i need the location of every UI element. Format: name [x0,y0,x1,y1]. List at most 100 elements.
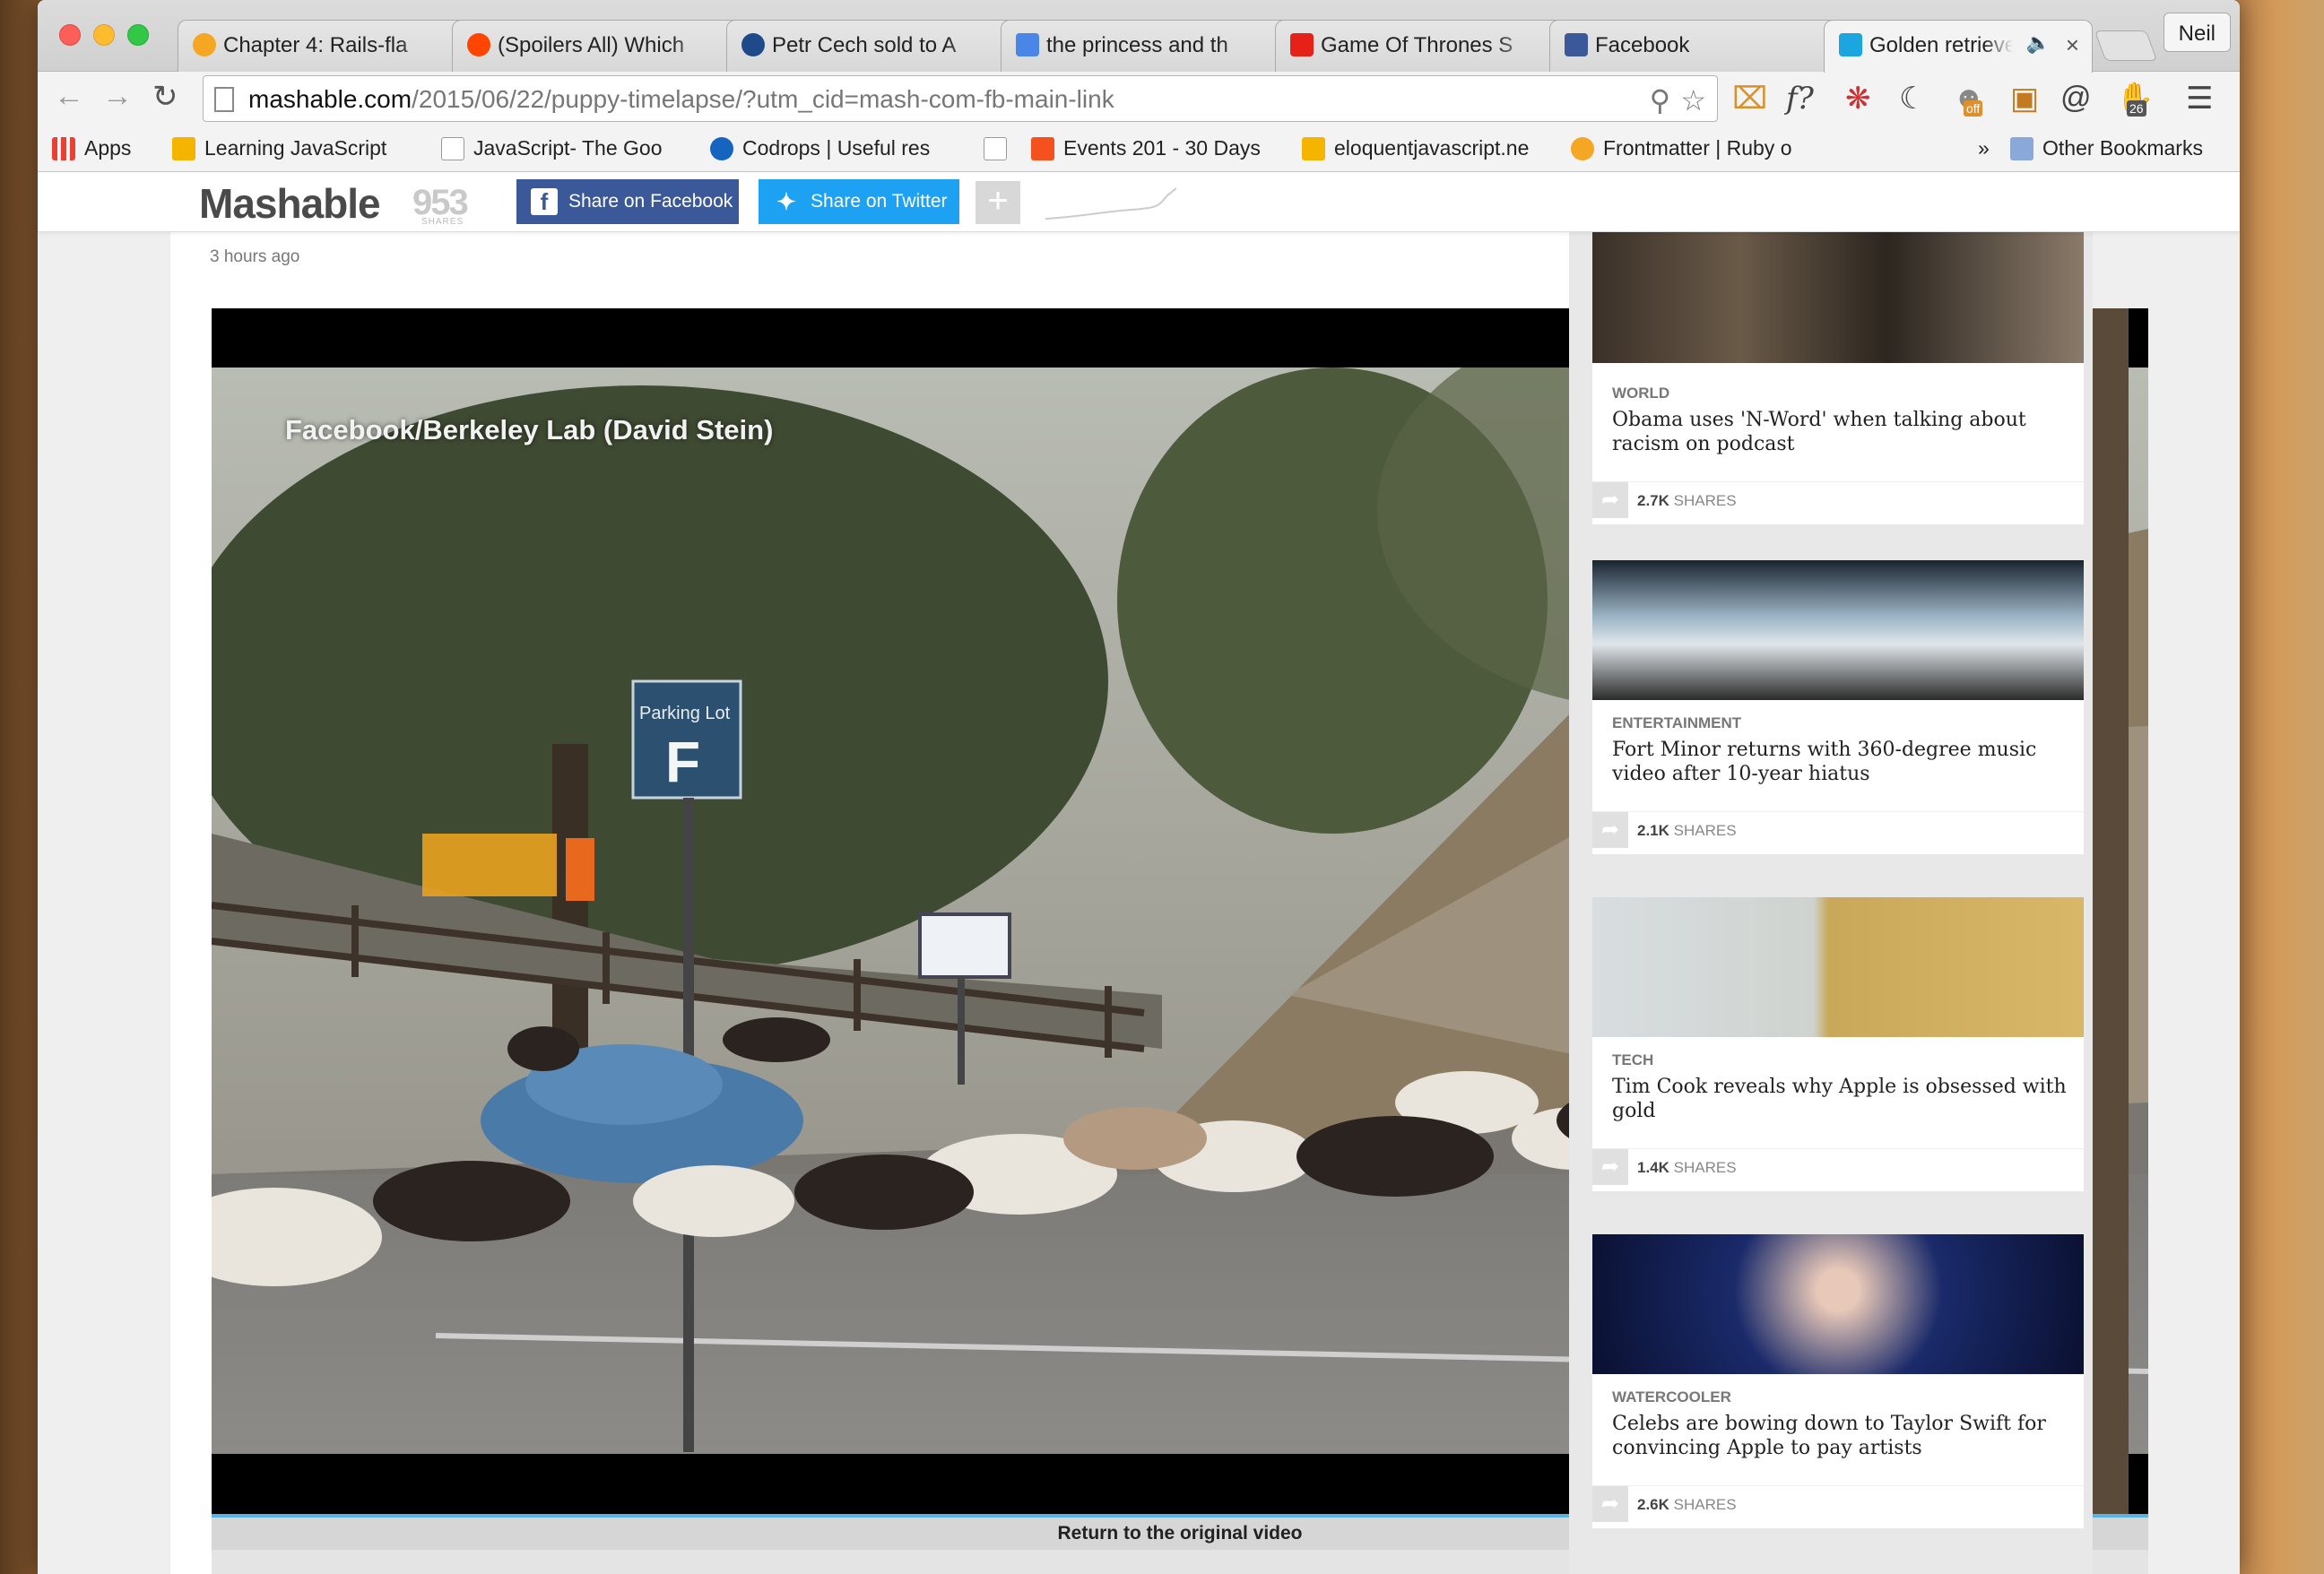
adblock-icon[interactable]: ✋ 26 [2116,81,2154,117]
story-card[interactable]: TECH Tim Cook reveals why Apple is obses… [1592,897,2084,1191]
story-title[interactable]: Fort Minor returns with 360-degree music… [1612,738,2069,786]
shield-icon[interactable]: ▣ [2010,81,2039,117]
story-title[interactable]: Tim Cook reveals why Apple is obsessed w… [1612,1075,2069,1123]
share-arrow-icon[interactable]: ➦ [1592,1149,1628,1185]
web-page: Mashable 953 SHARES f Share on Facebook … [38,172,2240,1574]
minimize-window-button[interactable] [93,24,115,46]
story-share-row: ➦ 2.6K SHARES [1592,1485,2084,1522]
story-category: ENTERTAINMENT [1612,714,1742,731]
url-path: /2015/06/22/puppy-timelapse/?utm_cid=mas… [412,85,1114,113]
facebook-icon [1565,33,1588,56]
bookmark-js-good-parts[interactable]: JavaScript- The Goo [441,136,663,160]
related-stories-sidebar: WORLD Obama uses 'N-Word' when talking a… [1569,223,2093,1574]
new-tab-button[interactable] [2094,30,2158,61]
bookmark-eloquent-js[interactable]: eloquentjavascript.ne [1302,136,1529,160]
profile-button[interactable]: Neil [2163,13,2231,52]
story-category: WATERCOOLER [1612,1388,1731,1405]
tab-title: Chapter 4: Rails-fla [223,33,408,57]
tab-title: Facebook [1595,33,1690,57]
magnifier-icon[interactable]: ⚲ [1650,83,1670,117]
story-share-row: ➦ 2.7K SHARES [1592,481,2084,518]
color-wheel-icon[interactable]: ❋ [1845,81,1871,117]
story-share-count: 2.7K SHARES [1637,492,1737,509]
bookmark-events-201[interactable]: Events 201 - 30 Days [1031,136,1261,160]
at-icon[interactable]: @ [2060,81,2092,116]
tab-title: Petr Cech sold to A [772,33,957,57]
share-twitter-label: Share on Twitter [811,191,948,212]
bookmark-frontmatter[interactable]: Frontmatter | Ruby o [1571,136,1792,160]
address-bar[interactable]: mashable.com/2015/06/22/puppy-timelapse/… [203,75,1718,122]
bookmark-blank[interactable] [984,136,1016,160]
url-text[interactable]: mashable.com/2015/06/22/puppy-timelapse/… [248,85,1114,114]
bookmark-learning-js[interactable]: Learning JavaScript [172,136,386,160]
story-share-count: 2.1K SHARES [1637,822,1737,839]
youtube-icon [1290,33,1314,56]
story-card[interactable]: WATERCOOLER Celebs are bowing down to Ta… [1592,1234,2084,1528]
mashable-logo[interactable]: Mashable [199,179,381,228]
tab-game-of-thrones[interactable]: Game Of Thrones S × [1275,20,1584,72]
story-share-row: ➦ 1.4K SHARES [1592,1148,2084,1185]
reddit-icon [467,33,490,56]
share-count-label: SHARES [421,217,464,227]
tab-close-icon[interactable]: × [2066,31,2079,59]
story-category: WORLD [1612,385,1670,402]
speaker-icon: 🔈 [2025,31,2051,54]
share-arrow-icon[interactable]: ➦ [1592,1486,1628,1522]
reload-icon[interactable]: ↻ [152,79,178,115]
bookmark-favicon-icon [1571,137,1594,160]
google-icon [1016,33,1039,56]
bookmark-apps[interactable]: Apps [52,136,131,160]
share-more-button[interactable]: + [976,181,1020,224]
bookmark-codrops[interactable]: Codrops | Useful res [710,136,930,160]
share-twitter-button[interactable]: ✦ Share on Twitter [759,179,959,224]
close-window-button[interactable] [59,24,81,46]
moon-icon[interactable]: ☾ [1899,81,1926,117]
codrops-icon [710,137,733,160]
tab-petr-cech[interactable]: Petr Cech sold to A × [726,20,1036,72]
plus-cross-icon [1031,137,1054,160]
forward-arrow-icon[interactable]: → [102,79,133,114]
back-arrow-icon[interactable]: ← [54,79,84,114]
ghost-extension-icon[interactable]: ☻ off [1953,81,1985,117]
tab-favicon-icon [193,33,216,56]
bookmarks-overflow-icon[interactable]: » [1978,136,1990,160]
other-bookmarks[interactable]: Other Bookmarks [2010,136,2203,160]
share-arrow-icon[interactable]: ➦ [1592,812,1628,848]
story-thumbnail [1592,223,2084,363]
tab-facebook[interactable]: Facebook × [1549,20,1859,72]
bookmark-star-icon[interactable]: ☆ [1680,83,1706,117]
share-facebook-label: Share on Facebook [568,191,733,212]
story-card[interactable]: WORLD Obama uses 'N-Word' when talking a… [1592,223,2084,524]
page-icon [214,87,234,112]
font-extension-icon[interactable]: f? [1786,81,1814,117]
story-category: TECH [1612,1051,1654,1068]
share-velocity-graph [1045,187,1177,220]
ruler-extension-icon[interactable]: ⌧ [1732,81,1767,117]
tab-title: Game Of Thrones S [1321,33,1513,57]
story-share-count: 1.4K SHARES [1637,1159,1737,1176]
menu-icon[interactable]: ☰ [2186,81,2213,117]
story-title[interactable]: Celebs are bowing down to Taylor Swift f… [1612,1412,2069,1460]
story-thumbnail [1592,1234,2084,1374]
tab-princess[interactable]: the princess and th × [1001,20,1310,72]
story-title[interactable]: Obama uses 'N-Word' when talking about r… [1612,408,2069,456]
share-facebook-button[interactable]: f Share on Facebook [516,179,739,224]
story-card[interactable]: ENTERTAINMENT Fort Minor returns with 36… [1592,560,2084,854]
video-edge [2093,308,2129,1514]
tab-title: the princess and th [1046,33,1228,57]
tab-golden-retriever[interactable]: Golden retriever 🔈 × [1824,20,2093,73]
tab-favicon-icon [741,33,765,56]
parking-sign-text: Parking Lot [639,704,731,723]
ejs-icon [1302,137,1325,160]
page-icon [441,137,464,160]
share-arrow-icon[interactable]: ➦ [1592,482,1628,518]
time-ago: 3 hours ago [210,247,300,266]
tab-chapter-4[interactable]: Chapter 4: Rails-fla × [178,20,487,72]
parking-sign-letter: F [665,730,700,794]
tab-title: (Spoilers All) Which [498,33,685,57]
tab-spoilers[interactable]: (Spoilers All) Which × [452,20,761,72]
twitter-bird-icon: ✦ [776,188,796,215]
zoom-window-button[interactable] [127,24,149,46]
story-share-count: 2.6K SHARES [1637,1496,1737,1513]
tab-title: Golden retriever [1869,33,2013,57]
